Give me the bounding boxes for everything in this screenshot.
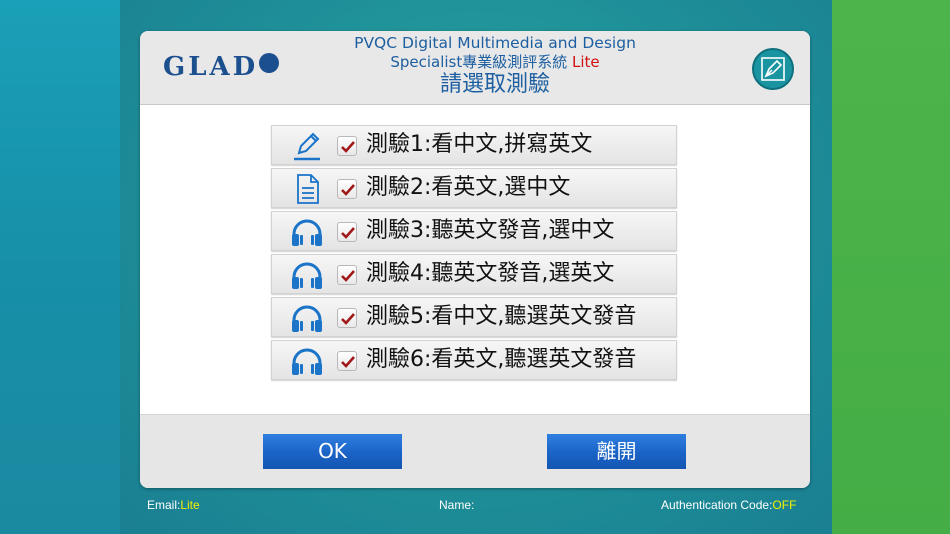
test-checkbox-5[interactable] xyxy=(337,308,357,328)
auth-value: OFF xyxy=(772,498,797,512)
document-icon xyxy=(297,174,319,204)
test-row-6[interactable]: 測驗6:看英文,聽選英文發音 xyxy=(271,340,677,380)
headphones-icon xyxy=(292,305,322,332)
checkmark-icon xyxy=(341,184,355,196)
pen-button[interactable] xyxy=(752,48,794,90)
test-checkbox-1[interactable] xyxy=(337,136,357,156)
name-status: Name: xyxy=(439,498,475,512)
exit-button[interactable]: 離開 xyxy=(547,434,686,469)
app-subtitle: Specialist專業級測評系統 Lite xyxy=(390,53,600,71)
lite-badge: Lite xyxy=(572,53,600,71)
test-label-3: 測驗3:聽英文發音,選中文 xyxy=(366,218,615,243)
test-label-6: 測驗6:看英文,聽選英文發音 xyxy=(366,347,637,372)
pencil-icon xyxy=(294,132,320,161)
app-title: PVQC Digital Multimedia and Design xyxy=(354,34,636,52)
test-checkbox-4[interactable] xyxy=(337,265,357,285)
checkmark-icon xyxy=(341,141,355,153)
test-checkbox-6[interactable] xyxy=(337,351,357,371)
test-row-2[interactable]: 測驗2:看英文,選中文 xyxy=(271,168,677,208)
background-right xyxy=(832,0,950,534)
dialog-header: GLAD PVQC Digital Multimedia and Design … xyxy=(140,31,810,105)
glad-logo: GLAD xyxy=(163,52,280,82)
headphones-icon xyxy=(292,348,322,375)
test-label-2: 測驗2:看英文,選中文 xyxy=(366,175,571,200)
logo-mark-icon xyxy=(259,53,280,73)
email-status: Email:Lite xyxy=(147,498,200,512)
test-checkbox-3[interactable] xyxy=(337,222,357,242)
email-value: Lite xyxy=(180,498,200,512)
title-block: PVQC Digital Multimedia and Design Speci… xyxy=(310,34,680,99)
test-row-4[interactable]: 測驗4:聽英文發音,選英文 xyxy=(271,254,677,294)
test-label-4: 測驗4:聽英文發音,選英文 xyxy=(366,261,615,286)
pen-icon xyxy=(761,57,785,81)
checkmark-icon xyxy=(341,356,355,368)
test-label-1: 測驗1:看中文,拼寫英文 xyxy=(366,132,593,157)
test-checkbox-2[interactable] xyxy=(337,179,357,199)
headphones-icon xyxy=(292,219,322,246)
test-label-5: 測驗5:看中文,聽選英文發音 xyxy=(366,304,637,329)
checkmark-icon xyxy=(341,270,355,282)
test-row-1[interactable]: 測驗1:看中文,拼寫英文 xyxy=(271,125,677,165)
dialog-footer xyxy=(140,414,810,488)
checkmark-icon xyxy=(341,227,355,239)
test-row-3[interactable]: 測驗3:聽英文發音,選中文 xyxy=(271,211,677,251)
test-row-5[interactable]: 測驗5:看中文,聽選英文發音 xyxy=(271,297,677,337)
checkmark-icon xyxy=(341,313,355,325)
page-title: 請選取測驗 xyxy=(439,72,550,97)
auth-status: Authentication Code:OFF xyxy=(661,498,797,512)
headphones-icon xyxy=(292,262,322,289)
background-left xyxy=(0,0,120,534)
ok-button[interactable]: OK xyxy=(263,434,402,469)
